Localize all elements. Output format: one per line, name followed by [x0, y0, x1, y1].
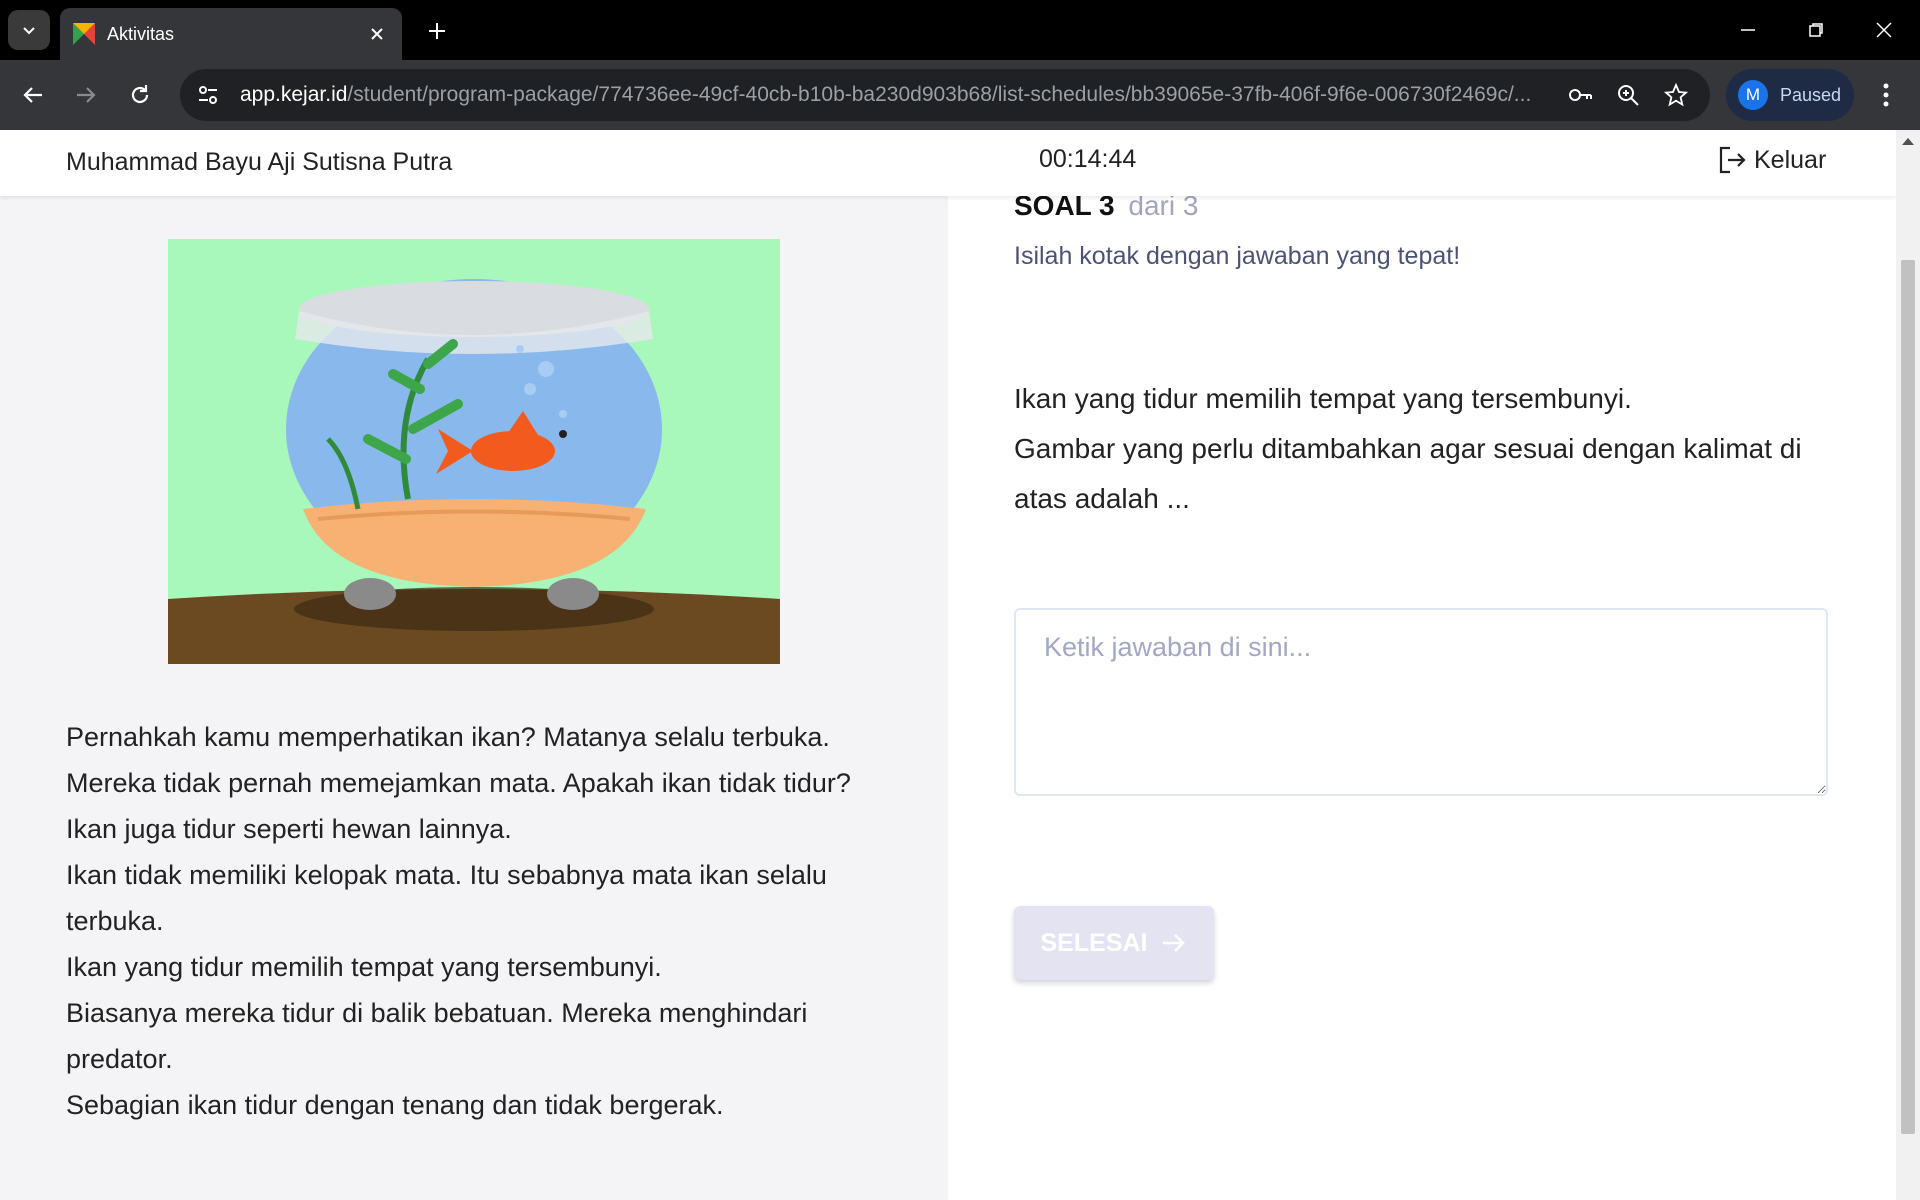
restore-button[interactable]: [1782, 0, 1850, 60]
story-paragraph: Pernahkah kamu memperhatikan ikan? Matan…: [66, 722, 830, 752]
url-text[interactable]: app.kejar.id/student/program-package/774…: [240, 83, 1540, 107]
profile-button[interactable]: M Paused: [1726, 69, 1854, 121]
new-tab-button[interactable]: [420, 14, 454, 48]
reload-button[interactable]: [122, 77, 158, 113]
story-paragraph: Ikan juga tidur seperti hewan lainnya.: [66, 814, 512, 844]
tab-search-button[interactable]: [8, 10, 50, 50]
zoom-button[interactable]: [1612, 79, 1644, 111]
story-paragraph: Ikan yang tidur memilih tempat yang ters…: [66, 952, 662, 982]
arrow-left-icon: [23, 87, 42, 103]
url-host: app.kejar.id: [240, 83, 348, 106]
question-text: Ikan yang tidur memilih tempat yang ters…: [1014, 374, 1844, 524]
profile-status: Paused: [1780, 84, 1842, 105]
question-instruction: Isilah kotak dengan jawaban yang tepat!: [1014, 242, 1461, 270]
avatar: M: [1738, 80, 1768, 110]
countdown-timer: 00:14:44: [1039, 145, 1137, 173]
tune-icon: [199, 86, 217, 104]
logout-icon: [1719, 146, 1746, 174]
question-sentence: Ikan yang tidur memilih tempat yang ters…: [1014, 383, 1632, 414]
close-icon: [1876, 22, 1892, 38]
close-icon: [371, 28, 383, 40]
finish-button[interactable]: SELESAI: [1014, 906, 1214, 980]
plus-icon: [429, 23, 445, 39]
student-name: Muhammad Bayu Aji Sutisna Putra: [66, 148, 453, 176]
scroll-up-icon[interactable]: [1902, 138, 1914, 145]
browser-titlebar: Aktivitas: [0, 0, 1920, 60]
scrollbar-thumb[interactable]: [1901, 260, 1915, 1134]
minimize-button[interactable]: [1714, 0, 1782, 60]
minimize-icon: [1741, 29, 1755, 31]
browser-tab-active[interactable]: Aktivitas: [60, 8, 402, 60]
reading-panel: Pernahkah kamu memperhatikan ikan? Matan…: [0, 196, 948, 1200]
close-window-button[interactable]: [1850, 0, 1918, 60]
story-paragraph: Mereka tidak pernah memejamkan mata. Apa…: [66, 768, 851, 798]
tab-title: Aktivitas: [107, 23, 175, 44]
answer-input[interactable]: [1014, 608, 1828, 796]
finish-button-label: SELESAI: [1040, 928, 1148, 957]
arrow-right-icon: [77, 87, 96, 103]
browser-menu-button[interactable]: [1868, 77, 1904, 113]
site-info-button[interactable]: [192, 79, 224, 111]
story-paragraph: Biasanya mereka tidur di balik bebatuan.…: [66, 998, 808, 1074]
key-icon: [1569, 89, 1592, 101]
logout-label: Keluar: [1754, 145, 1827, 174]
kejar-logo-icon: [73, 23, 95, 45]
story-paragraph: Sebagian ikan tidur dengan tenang dan ti…: [66, 1090, 724, 1120]
logout-button[interactable]: Keluar: [1716, 144, 1826, 176]
forward-button[interactable]: [68, 77, 104, 113]
page-content: Muhammad Bayu Aji Sutisna Putra 00:14:44…: [0, 130, 1896, 1200]
question-prompt: Gambar yang perlu ditambahkan agar sesua…: [1014, 433, 1802, 514]
arrow-right-icon: [1163, 934, 1186, 952]
story-text: Pernahkah kamu memperhatikan ikan? Matan…: [66, 714, 896, 1128]
restore-icon: [1809, 23, 1823, 37]
address-bar[interactable]: app.kejar.id/student/program-package/774…: [180, 69, 1710, 121]
goldfish-bowl-image: [168, 239, 780, 664]
page-scrollbar[interactable]: [1896, 130, 1920, 1200]
bookmark-button[interactable]: [1660, 79, 1692, 111]
more-vertical-icon: [1883, 83, 1889, 107]
password-key-button[interactable]: [1564, 79, 1596, 111]
question-panel: SOAL 3 dari 3 Isilah kotak dengan jawaba…: [948, 190, 1896, 1200]
zoom-in-icon: [1618, 85, 1639, 106]
story-paragraph: Ikan tidak memiliki kelopak mata. Itu se…: [66, 860, 827, 936]
star-icon: [1664, 83, 1688, 107]
chevron-down-icon: [23, 27, 35, 35]
app-header: Muhammad Bayu Aji Sutisna Putra 00:14:44…: [0, 130, 1896, 196]
url-path: /student/program-package/774736ee-49cf-4…: [347, 83, 1532, 106]
reload-icon: [131, 85, 149, 104]
close-tab-button[interactable]: [362, 19, 392, 49]
back-button[interactable]: [15, 77, 51, 113]
browser-toolbar: app.kejar.id/student/program-package/774…: [0, 60, 1920, 130]
